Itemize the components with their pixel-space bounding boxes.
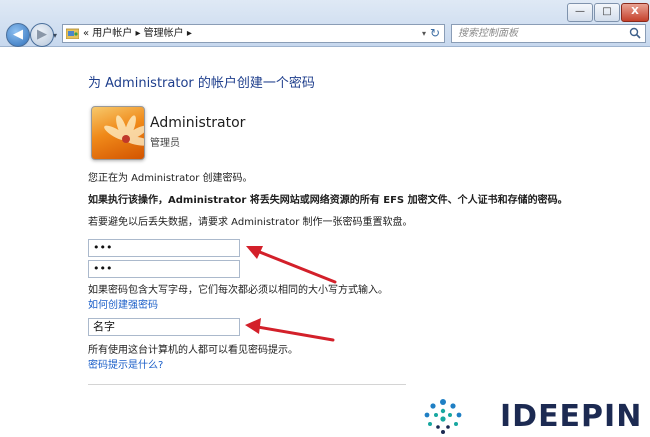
arrow-to-hint-field (250, 324, 335, 342)
annotation-arrows (245, 246, 337, 342)
ideepin-logo-icon (424, 399, 462, 434)
arrow-to-password-field (250, 247, 337, 284)
ideepin-watermark: IDEEPIN (500, 399, 643, 434)
